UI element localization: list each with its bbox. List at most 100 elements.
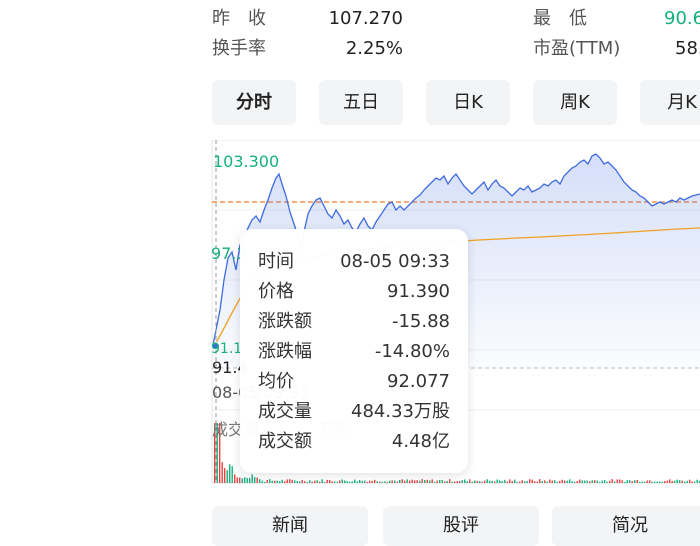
volume-bar [519, 481, 521, 483]
volume-bar [686, 480, 688, 483]
axis-price-high: 103.300 [213, 152, 280, 171]
volume-bar [609, 480, 611, 483]
tooltip-key-volume: 成交量 [258, 401, 312, 422]
volume-bar [571, 481, 573, 483]
volume-bar [501, 480, 503, 483]
volume-bar [246, 478, 248, 483]
volume-bar [371, 480, 373, 483]
tab-five-day[interactable]: 五日 [319, 80, 403, 125]
tooltip-row-turnover-amount: 成交额 4.48亿 [258, 427, 450, 457]
volume-bar [491, 480, 493, 483]
tooltip-row-change-pct: 涨跌幅 -14.80% [258, 337, 450, 367]
tab-news[interactable]: 新闻 [212, 506, 368, 546]
volume-bar [556, 481, 558, 483]
volume-bar [471, 481, 473, 483]
volume-bar [234, 474, 236, 483]
volume-bar [321, 479, 323, 483]
volume-bar [229, 464, 231, 483]
volume-bar [279, 481, 281, 483]
volume-bar [569, 479, 571, 483]
volume-bar [499, 480, 501, 483]
volume-bar [494, 481, 496, 483]
volume-bar [464, 479, 466, 483]
volume-bar [536, 481, 538, 483]
volume-bar [654, 481, 656, 483]
axis-price-low: 91.1 [211, 341, 243, 357]
volume-bar [381, 481, 383, 483]
volume-bar [336, 481, 338, 483]
volume-bar [314, 480, 316, 483]
volume-bar [226, 470, 228, 483]
tooltip-val-price: 91.390 [387, 281, 450, 302]
volume-bar [509, 479, 511, 483]
volume-bar [629, 480, 631, 483]
volume-bar [659, 481, 661, 483]
volume-bar [379, 481, 381, 483]
volume-bar [541, 480, 543, 483]
tab-intraday[interactable]: 分时 [212, 80, 296, 125]
volume-bar [419, 480, 421, 483]
tooltip-key-change-pct: 涨跌幅 [258, 341, 312, 362]
volume-bar [691, 481, 693, 483]
volume-bar [631, 481, 633, 483]
volume-bar [349, 481, 351, 483]
volume-bar [366, 481, 368, 483]
volume-bar [484, 480, 486, 483]
volume-bar [361, 480, 363, 483]
tab-weekly-k[interactable]: 周K [533, 80, 617, 125]
volume-bar [394, 480, 396, 483]
volume-bar [554, 480, 556, 483]
tooltip-val-change: -15.88 [391, 311, 450, 332]
volume-bar [676, 479, 678, 483]
volume-bar [239, 477, 241, 483]
volume-bar [301, 479, 303, 483]
volume-bar [389, 480, 391, 483]
volume-bar [329, 480, 331, 483]
volume-bar [376, 481, 378, 483]
volume-bar [669, 479, 671, 483]
volume-bar [354, 479, 356, 483]
volume-bar [249, 477, 251, 483]
volume-bar [559, 480, 561, 483]
volume-bar [224, 468, 226, 483]
tab-profile[interactable]: 简况 [552, 506, 700, 546]
stat-label-turnover: 换手率 [212, 38, 266, 59]
volume-bar [231, 466, 233, 483]
volume-bar [634, 480, 636, 483]
volume-bar [221, 462, 223, 483]
volume-bar [261, 480, 263, 483]
tooltip-row-change: 涨跌额 -15.88 [258, 307, 450, 337]
volume-bar [531, 479, 533, 483]
volume-bar [399, 480, 401, 483]
volume-bar [409, 480, 411, 483]
volume-bar [449, 479, 451, 483]
volume-bar [356, 481, 358, 483]
volume-bar [429, 480, 431, 483]
volume-bar [291, 479, 293, 483]
volume-bar [616, 479, 618, 483]
tooltip-val-time: 08-05 09:33 [340, 251, 450, 272]
volume-bar [241, 478, 243, 483]
volume-bar [334, 481, 336, 483]
volume-bar [416, 480, 418, 483]
volume-bar [364, 480, 366, 483]
tab-monthly-k[interactable]: 月K [640, 80, 700, 125]
volume-bar [316, 480, 318, 483]
volume-bar [626, 480, 628, 483]
volume-bar [604, 480, 606, 483]
volume-bar [426, 479, 428, 483]
volume-bar [461, 480, 463, 483]
volume-bar [564, 480, 566, 483]
volume-bar [369, 480, 371, 483]
stat-value-prev-close: 107.270 [328, 8, 403, 29]
stat-label-pe-ttm: 市盈(TTM) [533, 38, 621, 59]
volume-bar [481, 481, 483, 483]
tab-stock-comments[interactable]: 股评 [383, 506, 539, 546]
volume-bar [641, 481, 643, 483]
volume-bar [254, 477, 256, 483]
volume-bar [244, 477, 246, 483]
volume-bar [511, 480, 513, 483]
volume-bar [296, 481, 298, 483]
tab-daily-k[interactable]: 日K [426, 80, 510, 125]
tooltip-val-turnover-amount: 4.48亿 [391, 431, 450, 452]
